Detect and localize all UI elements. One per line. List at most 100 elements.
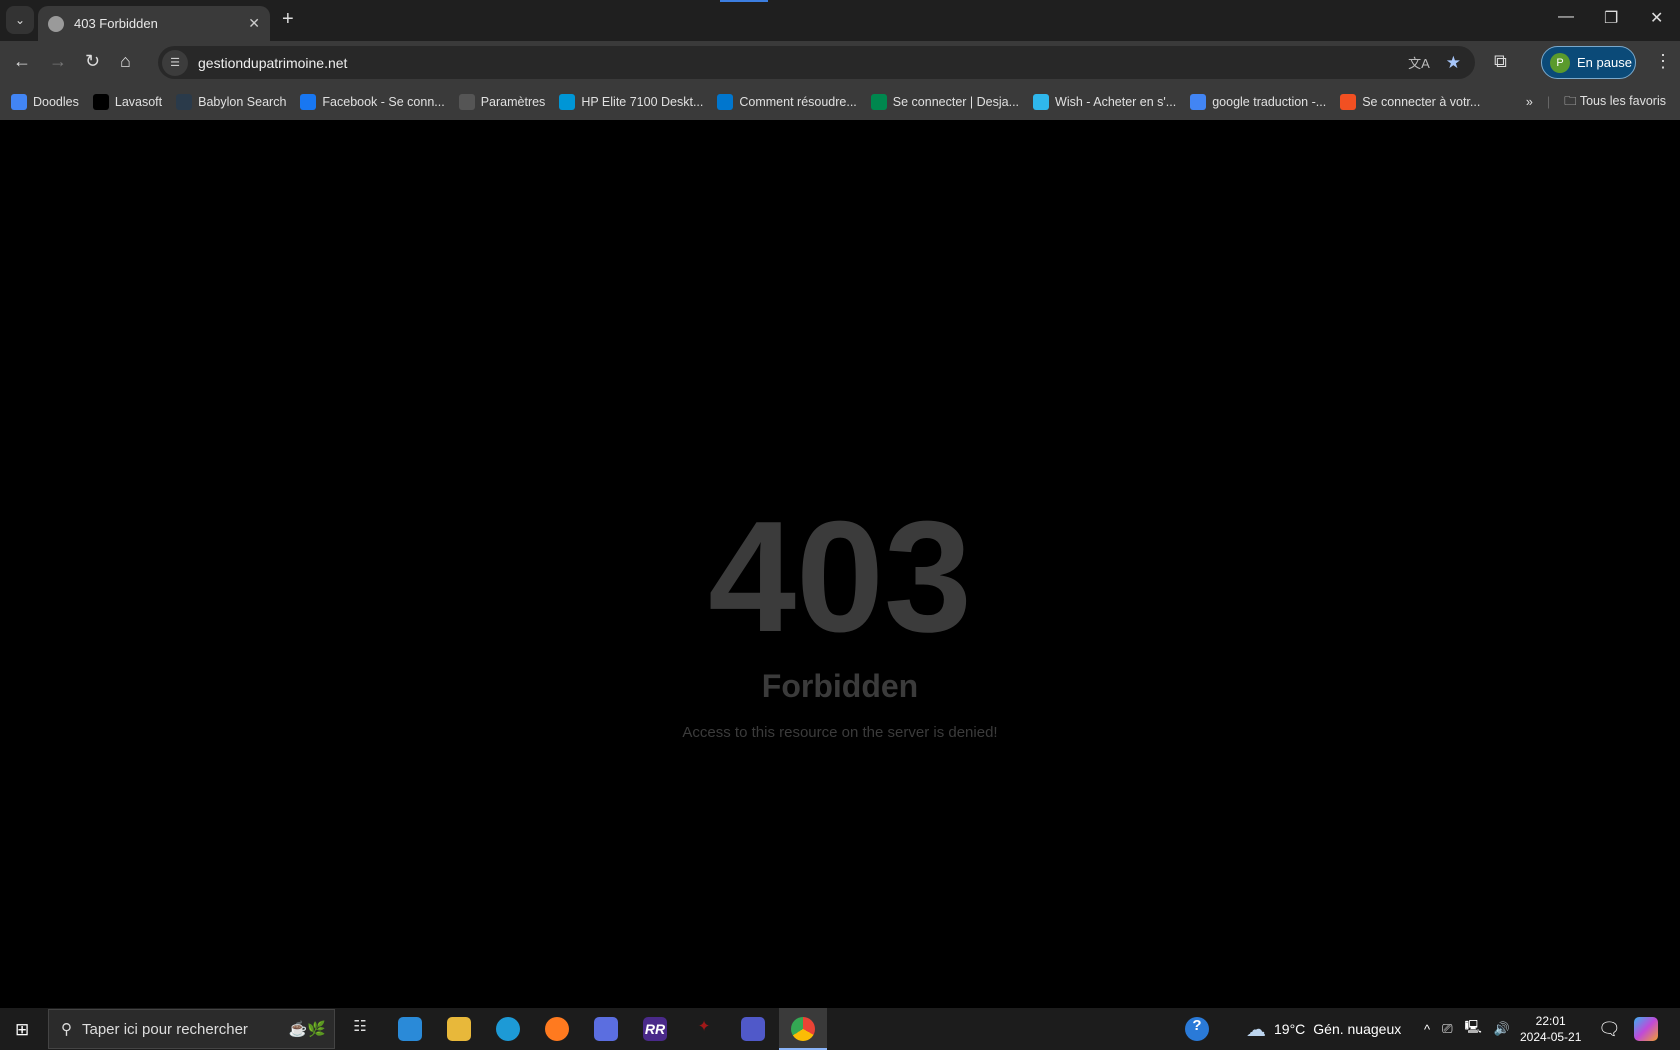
teams-icon[interactable] [741,1017,765,1041]
bookmark-label: Paramètres [480,95,546,109]
new-tab-button[interactable]: + [282,8,294,31]
date: 2024-05-21 [1520,1030,1582,1044]
google-icon [11,94,27,110]
tab-strip: ⌄ 403 Forbidden ✕ + — ❐ ✕ [0,0,1680,41]
microsoft-icon [1340,94,1357,110]
bookmark-item[interactable]: Paramètres [458,94,546,110]
home-button[interactable]: ⌂ [120,51,131,72]
tab-title: 403 Forbidden [74,16,158,31]
globe-icon [48,15,64,32]
bookmark-label: HP Elite 7100 Deskt... [581,95,704,109]
camera-icon[interactable]: ⎚ [1442,1021,1452,1037]
bookmark-item[interactable]: google traduction -... [1190,94,1326,110]
bing-icon[interactable] [594,1017,618,1041]
tab-search-button[interactable]: ⌄ [6,6,34,34]
network-icon[interactable]: 🖳 [1465,1018,1482,1040]
dell-icon [717,94,734,110]
page-content: 403 Forbidden Access to this resource on… [0,120,1680,1008]
lavasoft-icon [92,94,109,110]
show-hidden-icons[interactable]: ^ [1424,1022,1430,1037]
google-icon [1190,94,1207,110]
desjardins-icon [870,94,887,110]
edge-icon[interactable] [496,1017,520,1041]
bookmark-item[interactable]: Facebook - Se conn... [300,94,445,110]
all-bookmarks-label: Tous les favoris [1579,93,1666,108]
minimize-button[interactable]: — [1558,8,1574,26]
time: 22:01 [1535,1014,1566,1028]
wish-icon [1033,94,1050,110]
taskbar: ⊞ ⚲ Taper ici pour rechercher ☕🌿 ☷ RR ✦ … [0,1008,1680,1050]
copilot-icon[interactable] [1634,1017,1658,1041]
toolbar: ← → ↻ ⌂ ☰ gestiondupatrimoine.net 文A ★ ⧉… [0,41,1680,84]
bookmark-label: Lavasoft [114,95,163,109]
extensions-icon[interactable]: ⧉ [1494,51,1507,72]
profile-status: En pause [1577,55,1632,70]
weather-text: Gén. nuageux [1313,1021,1402,1037]
bookmark-item[interactable]: HP Elite 7100 Deskt... [559,94,703,110]
bookmark-item[interactable]: Comment résoudre... [717,94,857,110]
profile-button[interactable]: P En pause [1541,46,1636,79]
bookmarks-bar: Doodles Lavasoft Babylon Search Facebook - … [0,84,1680,120]
close-window-button[interactable]: ✕ [1650,8,1663,28]
reload-button[interactable]: ↻ [85,51,100,72]
bookmark-label: Se connecter à votr... [1362,95,1481,109]
volume-icon[interactable]: 🔊 [1494,1021,1510,1037]
more-bookmarks-icon[interactable]: » [1526,95,1533,109]
bookmark-item[interactable]: Doodles [11,94,79,110]
chrome-taskbar-button[interactable] [779,1008,827,1050]
restore-button[interactable]: ❐ [1604,8,1618,28]
file-explorer-icon[interactable] [447,1017,471,1041]
folder-icon: 🗀 [1564,93,1580,108]
bookmark-item[interactable]: Wish - Acheter en s'... [1033,94,1176,110]
forward-button[interactable]: → [49,51,67,72]
bookmark-item[interactable]: Se connecter à votr... [1340,94,1480,110]
address-bar[interactable]: ☰ gestiondupatrimoine.net 文A ★ [158,46,1475,79]
bookmark-item[interactable]: Babylon Search [176,94,286,110]
tea-icon: ☕🌿 [288,1021,326,1038]
windows-start-icon[interactable]: ⊞ [15,1020,29,1040]
search-icon: ⚲ [61,1021,72,1038]
help-icon[interactable]: ? [1185,1017,1209,1041]
back-button[interactable]: ← [13,51,31,72]
temperature: 19°C [1274,1021,1306,1037]
bookmark-item[interactable]: Se connecter | Desja... [870,94,1020,110]
bookmark-label: Comment résoudre... [739,95,857,109]
bookmark-label: Facebook - Se conn... [322,95,445,109]
bookmark-label: Babylon Search [198,95,287,109]
firefox-icon[interactable] [545,1017,569,1041]
taskbar-search[interactable]: ⚲ Taper ici pour rechercher ☕🌿 [48,1009,335,1049]
indicator [720,0,768,2]
bookmark-item[interactable]: Lavasoft [92,94,163,110]
error-title: Forbidden [761,668,919,704]
rr-app-icon[interactable]: RR [643,1017,667,1041]
bookmark-label: Doodles [33,95,79,109]
weather-widget[interactable]: ☁ 19°C Gén. nuageux [1246,1008,1401,1050]
error-code: 403 [708,489,972,665]
avatar: P [1550,52,1570,73]
store-icon[interactable] [398,1017,422,1041]
close-tab-icon[interactable]: ✕ [248,15,260,32]
error-message: Access to this resource on the server is… [682,724,998,741]
tab-active[interactable]: 403 Forbidden ✕ [38,6,270,41]
facebook-icon [300,94,317,110]
all-bookmarks-button[interactable]: 🗀 Tous les favoris [1564,92,1666,113]
app-icon[interactable]: ✦ [692,1017,716,1041]
chrome-icon [791,1017,815,1041]
bookmark-label: Se connecter | Desja... [892,95,1020,109]
bookmark-label: google traduction -... [1212,95,1327,109]
url-text[interactable]: gestiondupatrimoine.net [198,55,347,71]
translate-icon[interactable]: 文A [1408,53,1430,72]
gear-icon [458,94,475,110]
task-view-icon[interactable]: ☷ [348,1017,372,1041]
clock[interactable]: 22:01 2024-05-21 [1520,1008,1581,1050]
hp-icon [559,94,576,110]
notifications-icon[interactable]: 🗨 [1598,1008,1621,1050]
search-placeholder: Taper ici pour rechercher [82,1020,248,1038]
site-info-icon[interactable]: ☰ [162,49,188,76]
divider: | [1546,95,1551,109]
bookmark-star-icon[interactable]: ★ [1446,53,1461,73]
weather-cloud-icon: ☁ [1246,1018,1266,1041]
babylon-icon [176,94,193,110]
bookmark-label: Wish - Acheter en s'... [1055,95,1177,109]
menu-icon[interactable]: ⋮ [1654,51,1672,72]
